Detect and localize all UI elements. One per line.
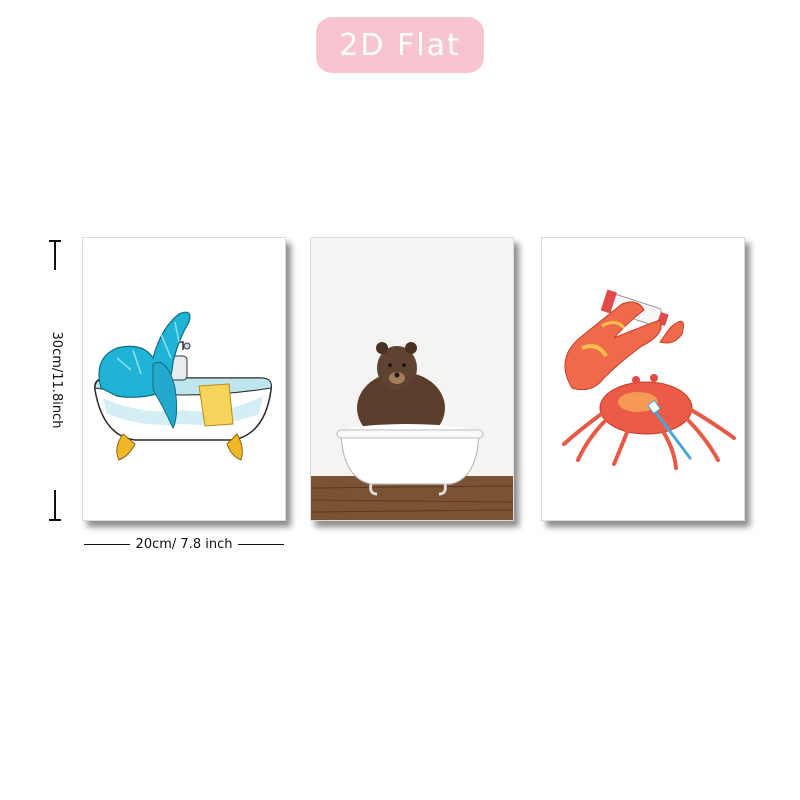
- bathtub-shape: [340, 433, 480, 485]
- width-dimension: 20cm/ 7.8 inch: [84, 534, 285, 554]
- width-dimension-line-right: [238, 543, 285, 545]
- turtle-bath-illustration: [94, 311, 273, 461]
- height-dimension-cap-bottom: [49, 519, 61, 521]
- height-dimension-label: 30cm/11.8inch: [46, 327, 66, 433]
- width-dimension-label: 20cm/ 7.8 inch: [135, 536, 233, 552]
- poster-crab: [541, 237, 745, 521]
- width-dimension-line-left: [84, 543, 130, 545]
- bear-bath-illustration: [311, 238, 513, 520]
- height-dimension-cap-top: [49, 240, 61, 242]
- height-dimension-label-wrap: 30cm/11.8inch: [46, 270, 66, 490]
- style-badge-label: 2D Flat: [339, 27, 461, 63]
- poster-bear: [310, 237, 514, 521]
- crab-illustration: [562, 289, 736, 470]
- style-badge: 2D Flat: [316, 17, 484, 73]
- towel-shape: [198, 383, 234, 427]
- poster-turtle: [82, 237, 286, 521]
